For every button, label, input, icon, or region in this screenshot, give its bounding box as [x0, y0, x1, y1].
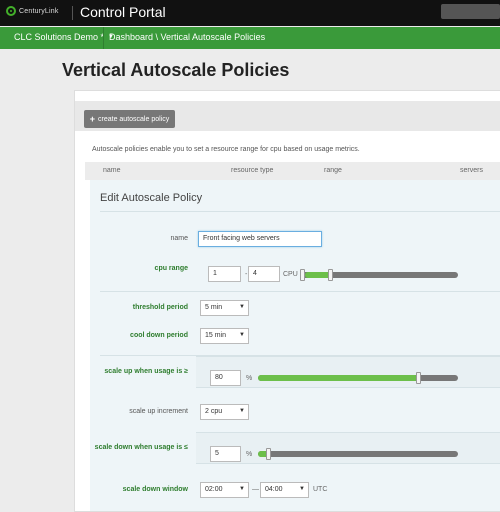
policy-name-input[interactable]: Front facing web servers	[198, 231, 322, 247]
column-header-servers[interactable]: servers	[460, 167, 483, 174]
window-start-value: 02:00	[205, 486, 223, 493]
window-end-value: 04:00	[265, 486, 283, 493]
toolbar: + create autoscale policy	[75, 101, 500, 131]
scale-up-increment-value: 2 cpu	[205, 408, 223, 415]
scale-up-slider[interactable]	[258, 372, 458, 384]
scale-up-fill	[258, 375, 418, 381]
create-autoscale-policy-button[interactable]: + create autoscale policy	[84, 110, 175, 128]
scale-down-input[interactable]: 5	[210, 446, 241, 462]
account-selector[interactable]: CLC Solutions Demo * ▼	[14, 32, 114, 42]
policies-description: Autoscale policies enable you to set a r…	[92, 146, 360, 153]
account-nav-bar: CLC Solutions Demo * ▼ Dashboard \ Verti…	[0, 27, 500, 49]
scale-up-handle[interactable]	[416, 372, 421, 384]
title-divider	[100, 211, 500, 212]
cool-down-period-label: cool down period	[130, 332, 188, 339]
cpu-range-label: cpu range	[154, 265, 188, 272]
top-bar: CenturyLink Control Portal	[0, 0, 500, 26]
section-divider	[100, 291, 500, 292]
table-header: name resource type range servers	[85, 162, 500, 180]
range-separator: -	[245, 271, 248, 278]
scale-down-slider[interactable]	[258, 448, 458, 460]
chevron-down-icon: ▼	[239, 332, 245, 338]
edit-policy-panel: Edit Autoscale Policy name Front facing …	[90, 180, 500, 511]
scale-down-label: scale down when usage is ≤	[94, 444, 188, 451]
chevron-down-icon: ▼	[299, 486, 305, 492]
app-title: Control Portal	[80, 4, 166, 20]
scale-down-unit: %	[246, 451, 253, 458]
chevron-down-icon: ▼	[239, 486, 245, 492]
threshold-period-select[interactable]: 5 min ▼	[200, 300, 249, 316]
column-header-resource-type[interactable]: resource type	[231, 167, 273, 174]
scale-down-handle[interactable]	[266, 448, 271, 460]
window-start-select[interactable]: 02:00 ▼	[200, 482, 249, 498]
cpu-min-input[interactable]: 1	[208, 266, 241, 282]
search-input[interactable]	[441, 4, 500, 19]
nav-divider	[103, 27, 104, 49]
logo-text: CenturyLink	[19, 7, 59, 15]
column-header-range[interactable]: range	[324, 167, 342, 174]
timezone-label: UTC	[313, 486, 328, 493]
scale-up-input[interactable]: 80	[210, 370, 241, 386]
scale-down-box	[196, 432, 500, 464]
chevron-down-icon: ▼	[239, 304, 245, 310]
cpu-range-slider[interactable]	[300, 269, 458, 281]
scale-down-window-label: scale down window	[122, 486, 188, 493]
window-separator: —	[252, 486, 259, 493]
scale-up-increment-select[interactable]: 2 cpu ▼	[200, 404, 249, 420]
create-button-label: create autoscale policy	[98, 115, 170, 123]
cpu-range-max-handle[interactable]	[328, 269, 333, 281]
chevron-down-icon: ▼	[239, 408, 245, 414]
account-name: CLC Solutions Demo *	[14, 32, 105, 42]
cpu-range-min-handle[interactable]	[300, 269, 305, 281]
breadcrumb[interactable]: Dashboard \ Vertical Autoscale Policies	[109, 32, 265, 42]
cpu-max-input[interactable]: 4	[248, 266, 280, 282]
plus-icon: +	[89, 114, 96, 124]
scale-up-increment-label: scale up increment	[129, 408, 188, 415]
centurylink-logo[interactable]: CenturyLink	[6, 6, 59, 16]
scale-up-unit: %	[246, 375, 253, 382]
threshold-period-value: 5 min	[205, 304, 223, 311]
window-end-select[interactable]: 04:00 ▼	[260, 482, 309, 498]
column-header-name[interactable]: name	[103, 167, 121, 174]
policies-card: + create autoscale policy Autoscale poli…	[74, 90, 500, 512]
centurylink-logo-icon	[6, 6, 16, 16]
name-label: name	[170, 235, 188, 242]
header-divider	[72, 6, 73, 20]
threshold-period-label: threshold period	[132, 304, 188, 311]
scale-up-label: scale up when usage is ≥	[104, 368, 188, 375]
scale-up-box	[196, 356, 500, 388]
page-title: Vertical Autoscale Policies	[62, 60, 290, 80]
cool-down-period-value: 15 min	[205, 332, 227, 339]
edit-policy-title: Edit Autoscale Policy	[100, 192, 203, 204]
cool-down-period-select[interactable]: 15 min ▼	[200, 328, 249, 344]
cpu-unit: CPU	[283, 271, 298, 278]
